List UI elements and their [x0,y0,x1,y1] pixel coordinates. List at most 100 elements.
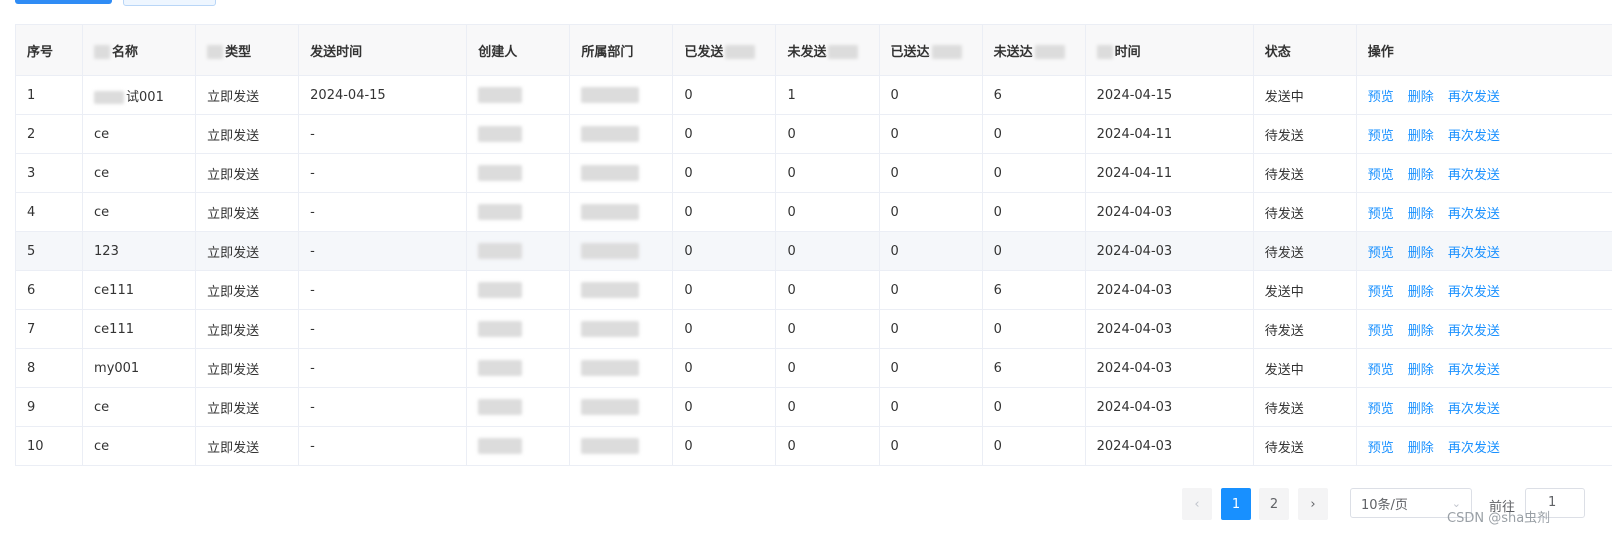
cell-status: 待发送 [1253,387,1357,427]
cell-created-time: 2024-04-03 [1085,192,1254,232]
row-send-time: - [310,243,315,259]
preview-link[interactable]: 预览 [1368,90,1394,105]
header-type: 类型 [195,24,300,76]
preview-link[interactable]: 预览 [1368,207,1394,222]
cell-status: 发送中 [1253,270,1357,310]
cell-creator [466,153,571,193]
row-created-time: 2024-04-03 [1096,399,1173,415]
cell-undelivered: 6 [982,75,1086,115]
cell-name: 123 [82,231,197,271]
cell-unsent: 0 [775,192,880,232]
row-delivered: 0 [890,126,899,142]
cell-send-time: - [298,387,468,427]
preview-link[interactable]: 预览 [1368,129,1394,144]
cell-status: 发送中 [1253,75,1357,115]
resend-link[interactable]: 再次发送 [1448,441,1500,456]
delete-link[interactable]: 删除 [1408,402,1434,417]
cell-created-time: 2024-04-03 [1085,231,1254,271]
prev-page-icon: ‹ [1194,496,1200,512]
table-row: 7 ce111 立即发送 - 0 0 0 0 2024-04-03 待发送 预览 删除 再次发送 [14,309,1612,349]
row-created-time: 2024-04-03 [1096,321,1173,337]
resend-link[interactable]: 再次发送 [1448,363,1500,378]
delete-link[interactable]: 删除 [1408,90,1434,105]
cell-sent: 0 [672,192,777,232]
resend-link[interactable]: 再次发送 [1448,129,1500,144]
row-unsent: 0 [787,165,796,181]
resend-link[interactable]: 再次发送 [1448,246,1500,261]
resend-link[interactable]: 再次发送 [1448,207,1500,222]
cell-unsent: 0 [775,387,880,427]
preview-link[interactable]: 预览 [1368,441,1394,456]
row-unsent: 0 [787,399,796,415]
header-sent-label: 已发送 [684,44,724,60]
row-sent: 0 [684,126,693,142]
page-button-2[interactable]: 2 [1259,488,1289,520]
next-page-button[interactable]: › [1298,488,1328,520]
row-unsent: 0 [787,360,796,376]
row-sent: 0 [684,321,693,337]
cell-name: my001 [82,348,197,388]
header-unsent-label: 未发送 [787,44,827,60]
header-send-time: 发送时间 [298,24,468,76]
table-row: 6 ce111 立即发送 - 0 0 0 6 2024-04-03 发送中 预览 删除 再次发送 [14,270,1612,310]
cell-undelivered: 0 [982,426,1086,466]
cell-sent: 0 [672,348,777,388]
resend-link[interactable]: 再次发送 [1448,168,1500,183]
cell-actions: 预览 删除 再次发送 [1356,309,1612,349]
preview-link[interactable]: 预览 [1368,363,1394,378]
header-sent: 已发送 [672,24,777,76]
cell-status: 发送中 [1253,348,1357,388]
row-send-time: - [310,204,315,220]
preview-link[interactable]: 预览 [1368,402,1394,417]
cell-unsent: 0 [775,153,880,193]
row-created-time: 2024-04-15 [1096,87,1173,103]
cell-unsent: 1 [775,75,880,115]
cell-unsent: 0 [775,270,880,310]
redacted-block [207,45,224,59]
cell-sent: 0 [672,426,777,466]
preview-link[interactable]: 预览 [1368,324,1394,339]
top-secondary-button[interactable] [123,0,216,6]
resend-link[interactable]: 再次发送 [1448,402,1500,417]
data-table: 序号 名称 类型 发送时间 创建人 所属部门 已发送 未发送 已送达 未送达 时… [14,24,1612,466]
page-number: 2 [1269,496,1279,512]
delete-link[interactable]: 删除 [1408,285,1434,300]
row-undelivered: 0 [993,204,1002,220]
cell-delivered: 0 [879,192,983,232]
row-index: 10 [27,438,44,454]
top-primary-button[interactable] [15,0,112,4]
cell-index: 7 [14,309,84,349]
watermark: CSDN @sha虫剂 [1447,511,1551,526]
delete-link[interactable]: 删除 [1408,246,1434,261]
delete-link[interactable]: 删除 [1408,168,1434,183]
cell-department [569,75,674,115]
preview-link[interactable]: 预览 [1368,285,1394,300]
delete-link[interactable]: 删除 [1408,363,1434,378]
row-type: 立即发送 [207,128,260,144]
delete-link[interactable]: 删除 [1408,324,1434,339]
resend-link[interactable]: 再次发送 [1448,285,1500,300]
delete-link[interactable]: 删除 [1408,441,1434,456]
resend-link[interactable]: 再次发送 [1448,90,1500,105]
preview-link[interactable]: 预览 [1368,168,1394,183]
preview-link[interactable]: 预览 [1368,246,1394,261]
prev-page-button[interactable]: ‹ [1182,488,1212,520]
cell-unsent: 0 [775,426,880,466]
row-name: my001 [94,360,140,376]
resend-link[interactable]: 再次发送 [1448,324,1500,339]
table-row: 10 ce 立即发送 - 0 0 0 0 2024-04-03 待发送 预览 删除 再次发送 [14,426,1612,466]
redacted-block [581,438,640,454]
cell-type: 立即发送 [195,153,300,193]
cell-delivered: 0 [879,231,983,271]
delete-link[interactable]: 删除 [1408,129,1434,144]
redacted-block [581,165,640,181]
cell-sent: 0 [672,309,777,349]
page-number: 1 [1231,496,1241,512]
row-sent: 0 [684,243,693,259]
redacted-block [478,126,523,142]
delete-link[interactable]: 删除 [1408,207,1434,222]
row-index: 1 [27,87,36,103]
cell-name: ce [82,192,197,232]
page-button-1[interactable]: 1 [1221,488,1251,520]
cell-creator [466,270,571,310]
